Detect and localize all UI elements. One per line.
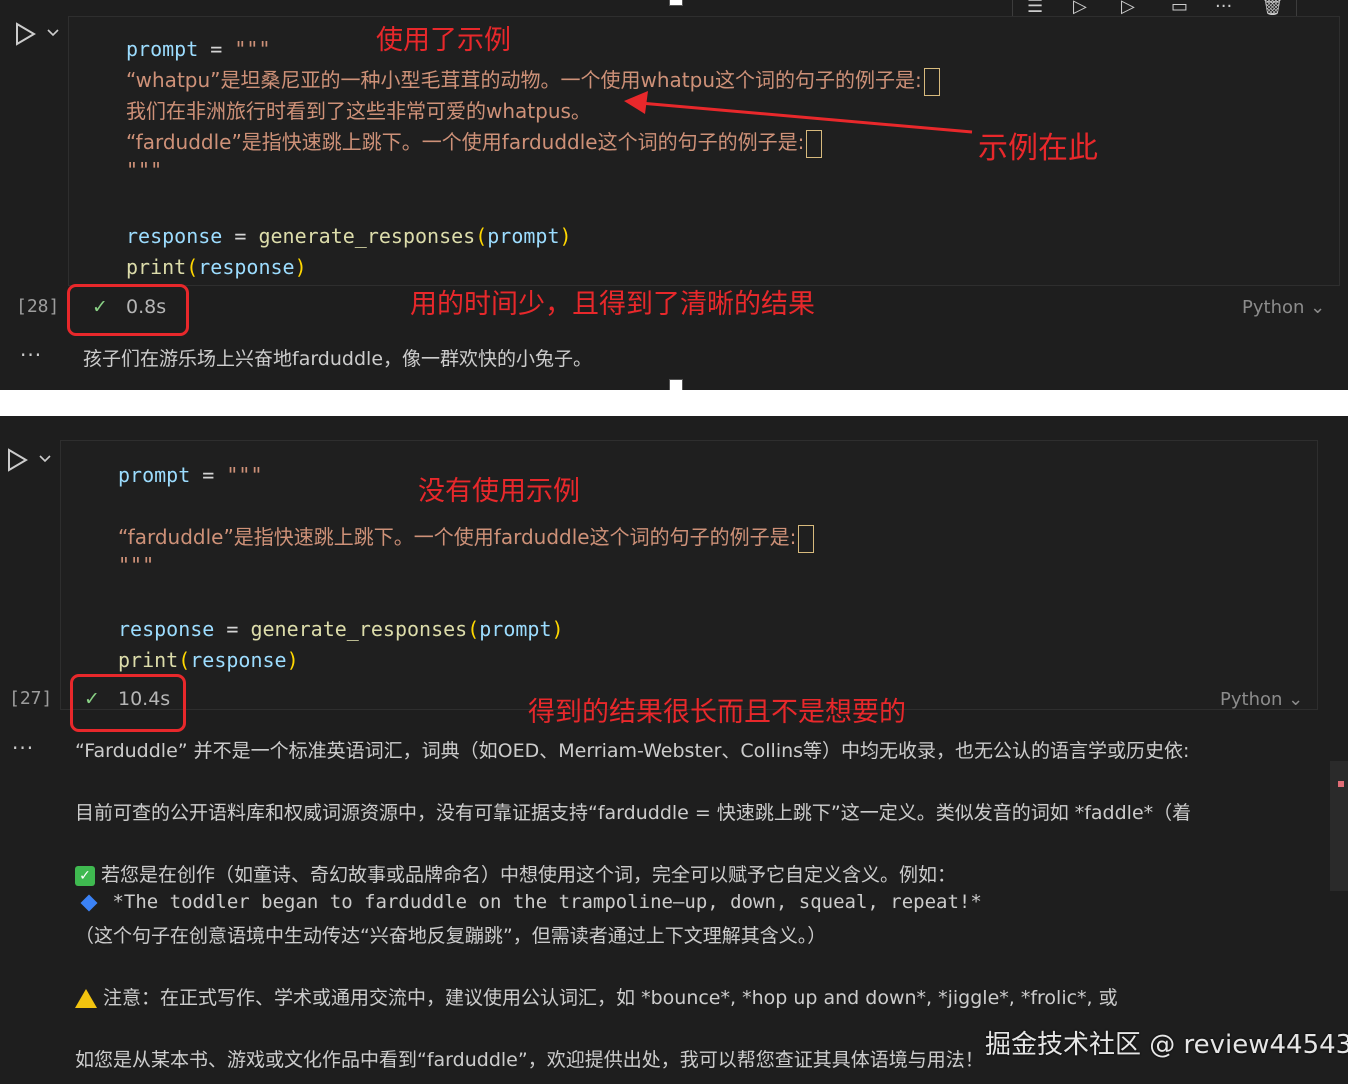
output-line: （这个句子在创意语境中生动传达“兴奋地反复蹦跳”，但需读者通过上下文理解其含义。… (75, 925, 827, 947)
output-line: ✓ 若您是在创作（如童诗、奇幻故事或品牌命名）中想使用这个词，完全可以赋予它自定… (75, 860, 956, 887)
output-menu-icon[interactable]: ··· (20, 343, 42, 367)
notebook-cell-27: prompt = """ “farduddle”是指快速跳上跳下。一个使用far… (0, 416, 1348, 1084)
warning-icon (75, 989, 97, 1008)
output-line: 如您是从某本书、游戏或文化作品中看到“farduddle”，欢迎提供出处，我可以… (75, 1049, 984, 1071)
language-selector[interactable]: Python ⌄ (1242, 297, 1325, 318)
scroll-marker (1338, 781, 1344, 787)
output-line: 目前可查的公开语料库和权威词源资源中，没有可靠证据支持“farduddle = … (75, 802, 1192, 824)
output-line: 注意：在正式写作、学术或通用交流中，建议使用公认词汇，如 *bounce*, *… (75, 983, 1118, 1010)
annotation-arrow (624, 91, 973, 134)
check-icon: ✓ (92, 296, 108, 318)
output-text: 孩子们在游乐场上兴奋地farduddle，像一群欢快的小兔子。 (83, 348, 593, 370)
notebook-cell-28: ☰ ▷ ▷ ▭ ··· 🗑 prompt = """ “whatpu”是坦桑尼亚… (0, 0, 1348, 393)
screenshot-separator (0, 390, 1348, 416)
output-line: *The toddler began to farduddle on the t… (77, 891, 982, 913)
annotation-result-note: 用的时间少，且得到了清晰的结果 (410, 289, 815, 320)
checkmark-icon: ✓ (75, 865, 95, 886)
output-area: “Farduddle” 并不是一个标准英语词汇，词典（如OED、Merriam-… (0, 416, 1318, 1084)
watermark: 掘金技术社区 @ review44543 (985, 1030, 1348, 1060)
diamond-icon (80, 894, 98, 911)
execution-time: 0.8s (126, 296, 167, 318)
output-line: “Farduddle” 并不是一个标准英语词汇，词典（如OED、Merriam-… (75, 740, 1190, 762)
execution-count: [28] (16, 296, 60, 317)
